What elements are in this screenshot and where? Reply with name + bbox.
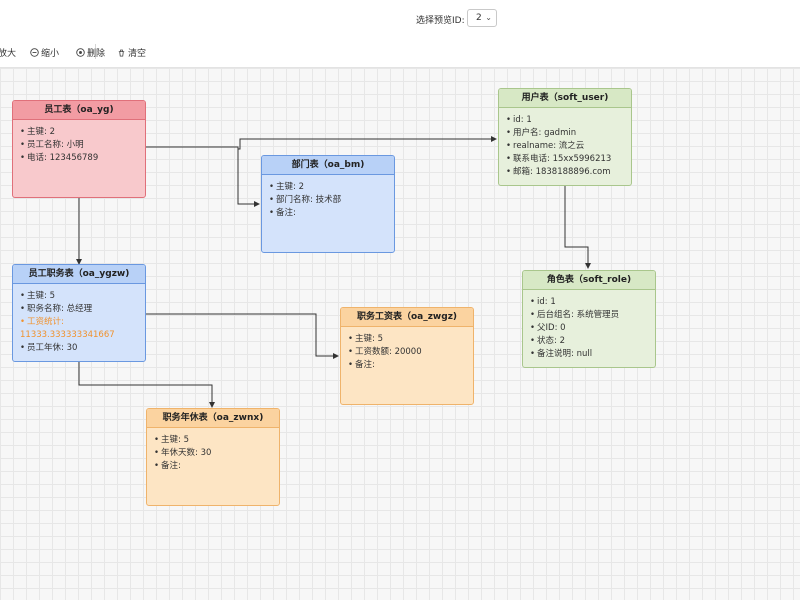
zoom-in-button[interactable]: 放大	[0, 46, 16, 59]
zoom-out-button[interactable]: 缩小	[30, 46, 59, 59]
node-field: • 工资统计:	[20, 317, 64, 327]
node-field: • 部门名称: 技术部	[269, 195, 342, 205]
delete-button[interactable]: 删除	[76, 46, 105, 59]
clear-label: 清空	[128, 49, 147, 59]
node-field: • realname: 流之云	[506, 141, 585, 151]
node-field-list: • id: 1 • 后台组名: 系统管理员 • 父ID: 0 • 状态: 2 • 备注说明…	[523, 290, 655, 361]
node-field-list: • 主键: 2 • 员工名称: 小明 • 电话: 123456789	[13, 120, 145, 165]
node-field: • 电话: 123456789	[20, 153, 99, 163]
node-field: • 邮箱: 1838188896.com	[506, 167, 611, 177]
node-field: • 工资数额: 20000	[348, 347, 422, 357]
node-field: • 联系电话: 15xx5996213	[506, 154, 612, 164]
node-title: 角色表（soft_role)	[523, 271, 655, 290]
node-title: 部门表（oa_bm)	[262, 156, 394, 175]
node-field-list: • 主键: 5 • 职务名称: 总经理 • 工资统计: 11333.333333341…	[13, 284, 145, 355]
clear-button[interactable]: 清空	[117, 46, 146, 59]
node-field: • 员工年休: 30	[20, 343, 78, 353]
er-diagram-editor: 选择预览ID: 2 ⌄ 放大 缩小 删除 清空 员工表（oa_yg) • 主键:…	[0, 0, 800, 600]
node-field: • id: 1	[506, 115, 532, 125]
table-node-oa-zwgz[interactable]: 职务工资表（oa_zwgz) • 主键: 5 • 工资数额: 20000 • 备注:	[340, 307, 474, 405]
table-node-oa-bm[interactable]: 部门表（oa_bm) • 主键: 2 • 部门名称: 技术部 • 备注:	[261, 155, 395, 253]
node-field: • 主键: 2	[269, 182, 304, 192]
node-title: 用户表（soft_user)	[499, 89, 631, 108]
node-field-list: • 主键: 5 • 年休天数: 30 • 备注:	[147, 428, 279, 473]
node-field: • 备注:	[348, 360, 375, 370]
node-field: • 主键: 5	[154, 435, 189, 445]
chevron-down-icon: ⌄	[485, 13, 492, 22]
delete-label: 删除	[87, 49, 106, 59]
node-title: 职务工资表（oa_zwgz)	[341, 308, 473, 327]
delete-circle-icon	[76, 48, 85, 57]
clear-icon	[118, 49, 125, 57]
node-field: • id: 1	[530, 297, 556, 307]
node-field-list: • id: 1 • 用户名: gadmin • realname: 流之云 • 联系电话…	[499, 108, 631, 179]
node-field: • 备注:	[154, 461, 181, 471]
table-node-oa-yg[interactable]: 员工表（oa_yg) • 主键: 2 • 员工名称: 小明 • 电话: 1234567…	[12, 100, 146, 198]
node-field: • 主键: 5	[20, 291, 55, 301]
table-node-soft-role[interactable]: 角色表（soft_role) • id: 1 • 后台组名: 系统管理员 • 父ID:…	[522, 270, 656, 368]
node-title: 员工职务表（oa_ygzw)	[13, 265, 145, 284]
node-field: • 后台组名: 系统管理员	[530, 310, 620, 320]
node-title: 职务年休表（oa_zwnx)	[147, 409, 279, 428]
node-field: • 职务名称: 总经理	[20, 304, 93, 314]
node-field: • 状态: 2	[530, 336, 565, 346]
node-field: • 员工名称: 小明	[20, 140, 84, 150]
preview-id-select[interactable]: 2 ⌄	[467, 9, 497, 27]
node-field: • 父ID: 0	[530, 323, 566, 333]
node-field: • 年休天数: 30	[154, 448, 212, 458]
table-node-oa-zwnx[interactable]: 职务年休表（oa_zwnx) • 主键: 5 • 年休天数: 30 • 备注:	[146, 408, 280, 506]
zoom-out-label: 缩小	[41, 49, 60, 59]
node-field: • 主键: 2	[20, 127, 55, 137]
zoom-in-label: 放大	[0, 49, 17, 59]
node-field-list: • 主键: 5 • 工资数额: 20000 • 备注:	[341, 327, 473, 372]
node-field-continued: 11333.333333341667	[20, 330, 115, 340]
node-field: • 备注说明: null	[530, 349, 593, 359]
node-field: • 用户名: gadmin	[506, 128, 577, 138]
minus-circle-icon	[30, 48, 39, 57]
preview-id-label: 选择预览ID:	[416, 16, 465, 26]
table-node-oa-ygzw[interactable]: 员工职务表（oa_ygzw) • 主键: 5 • 职务名称: 总经理 • 工资统计: …	[12, 264, 146, 362]
node-field: • 主键: 5	[348, 334, 383, 344]
table-node-soft-user[interactable]: 用户表（soft_user) • id: 1 • 用户名: gadmin • real…	[498, 88, 632, 186]
toolbar: 放大 缩小 删除 清空	[0, 37, 800, 68]
node-field: • 备注:	[269, 208, 296, 218]
top-bar: 选择预览ID: 2 ⌄	[0, 0, 800, 38]
node-title: 员工表（oa_yg)	[13, 101, 145, 120]
preview-id-value: 2	[476, 13, 482, 23]
node-field-list: • 主键: 2 • 部门名称: 技术部 • 备注:	[262, 175, 394, 220]
